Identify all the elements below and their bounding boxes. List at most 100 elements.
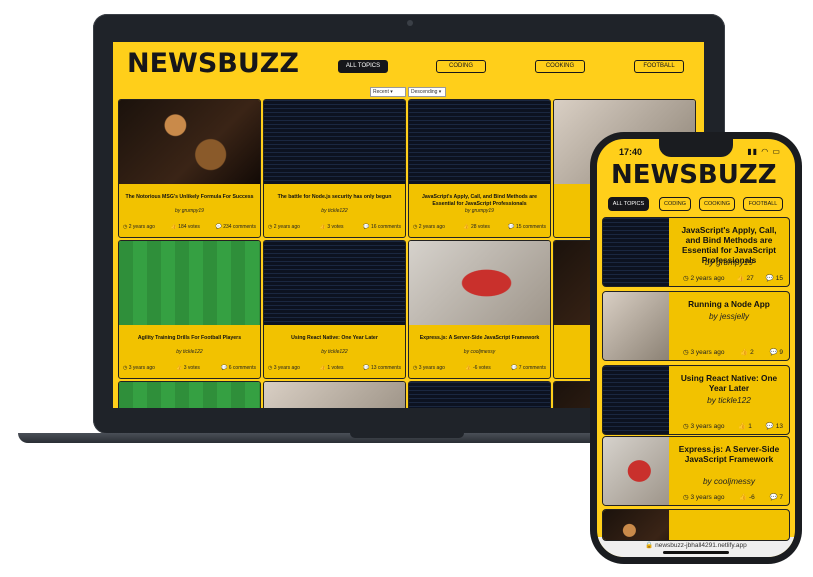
- phone-screen: 17:40 ▮▮ ◠ ▭ NEWSBUZZ ALL TOPICS CODING …: [597, 139, 795, 557]
- article-card-partial[interactable]: [118, 381, 261, 408]
- votes[interactable]: 👍 -6 votes: [465, 365, 490, 371]
- article-image[interactable]: [409, 100, 550, 184]
- article-card[interactable]: The battle for Node.js security has only…: [263, 99, 406, 238]
- nav-cooking-mobile[interactable]: COOKING: [699, 197, 735, 211]
- home-indicator[interactable]: [663, 551, 729, 554]
- age: ◷ 3 years ago: [683, 423, 725, 430]
- nav-football-mobile[interactable]: FOOTBALL: [743, 197, 783, 211]
- article-author: by jessjelly: [708, 311, 750, 321]
- age: ◷ 3 years ago: [413, 365, 445, 371]
- order-select[interactable]: Descending ▾: [408, 87, 446, 97]
- article-card-mobile[interactable]: Running a Node App by jessjelly ◷ 3 year…: [602, 291, 790, 361]
- article-card[interactable]: Agility Training Drills For Football Pla…: [118, 240, 261, 379]
- article-card[interactable]: Using React Native: One Year Later by ti…: [263, 240, 406, 379]
- article-meta: ◷ 2 years ago 👍 184 votes 💬 234 comments: [123, 224, 256, 230]
- article-title[interactable]: The battle for Node.js security has only…: [268, 194, 401, 201]
- article-author: by tickle122: [707, 395, 751, 405]
- article-author: by tickle122: [321, 349, 348, 355]
- article-image[interactable]: [119, 241, 260, 325]
- article-card-mobile[interactable]: JavaScript's Apply, Call, and Bind Metho…: [602, 217, 790, 287]
- phone-notch: [659, 139, 733, 157]
- nav-football[interactable]: FOOTBALL: [634, 60, 684, 73]
- article-title[interactable]: Running a Node App: [673, 299, 785, 309]
- comments[interactable]: 💬 15: [766, 274, 783, 282]
- site-header: NEWSBUZZ ALL TOPICS CODING COOKING FOOTB…: [113, 42, 704, 88]
- comments[interactable]: 💬 16 comments: [363, 224, 401, 230]
- article-author: by cooljmessy: [702, 476, 756, 486]
- votes[interactable]: 👍 2: [740, 348, 754, 356]
- article-card[interactable]: The Notorious MSG's Unlikely Formula For…: [118, 99, 261, 238]
- nav-coding-mobile[interactable]: CODING: [659, 197, 691, 211]
- article-card-mobile-partial[interactable]: [602, 509, 790, 541]
- article-title[interactable]: Express.js: A Server-Side JavaScript Fra…: [673, 444, 785, 464]
- sort-by-select[interactable]: Recent ▾: [370, 87, 406, 97]
- comments[interactable]: 💬 234 comments: [216, 224, 256, 230]
- votes[interactable]: 👍 3 votes: [320, 224, 344, 230]
- article-image[interactable]: [119, 100, 260, 184]
- age: ◷ 2 years ago: [268, 224, 300, 230]
- comments[interactable]: 💬 7 comments: [511, 365, 546, 371]
- article-title[interactable]: The Notorious MSG's Unlikely Formula For…: [123, 194, 256, 201]
- age: ◷ 3 years ago: [683, 494, 725, 501]
- article-card-mobile[interactable]: Express.js: A Server-Side JavaScript Fra…: [602, 436, 790, 506]
- nav-cooking[interactable]: COOKING: [535, 60, 585, 73]
- age: ◷ 3 years ago: [268, 365, 300, 371]
- article-image[interactable]: [264, 241, 405, 325]
- site-logo-mobile[interactable]: NEWSBUZZ: [611, 160, 777, 190]
- article-image[interactable]: [264, 382, 405, 408]
- article-image[interactable]: [603, 510, 669, 540]
- article-author: by tickle122: [321, 208, 348, 214]
- article-image[interactable]: [603, 292, 669, 360]
- article-card-mobile[interactable]: Using React Native: One Year Later by ti…: [602, 365, 790, 435]
- article-author: by tickle122: [176, 349, 203, 355]
- votes[interactable]: 👍 1: [738, 422, 752, 430]
- laptop-hinge: [350, 433, 464, 438]
- votes[interactable]: 👍 28 votes: [463, 224, 490, 230]
- article-meta: ◷ 3 years ago 👍 3 votes 💬 6 comments: [123, 365, 256, 371]
- article-card[interactable]: Express.js: A Server-Side JavaScript Fra…: [408, 240, 551, 379]
- article-image[interactable]: [603, 218, 669, 286]
- article-meta: ◷ 2 years ago 👍 27 💬 15: [683, 274, 783, 282]
- article-author: by grumpy19: [705, 257, 753, 267]
- article-card[interactable]: JavaScript's Apply, Call, and Bind Metho…: [408, 99, 551, 238]
- comments[interactable]: 💬 6 comments: [221, 365, 256, 371]
- comments[interactable]: 💬 13 comments: [363, 365, 401, 371]
- article-author: by cooljmessy: [463, 349, 496, 355]
- nav-all-topics[interactable]: ALL TOPICS: [338, 60, 388, 73]
- article-title[interactable]: JavaScript's Apply, Call, and Bind Metho…: [413, 194, 546, 207]
- article-card-partial[interactable]: [263, 381, 406, 408]
- article-title[interactable]: Express.js: A Server-Side JavaScript Fra…: [413, 335, 546, 342]
- nav-all-topics-mobile[interactable]: ALL TOPICS: [608, 197, 649, 211]
- article-image[interactable]: [603, 437, 669, 505]
- site-logo[interactable]: NEWSBUZZ: [127, 48, 299, 79]
- article-author: by grumpy19: [465, 208, 494, 214]
- article-title[interactable]: Using React Native: One Year Later: [673, 373, 785, 393]
- article-meta: ◷ 2 years ago 👍 28 votes 💬 15 comments: [413, 224, 546, 230]
- nav-coding[interactable]: CODING: [436, 60, 486, 73]
- age: ◷ 3 years ago: [683, 349, 725, 356]
- article-image[interactable]: [264, 100, 405, 184]
- article-title[interactable]: Agility Training Drills For Football Pla…: [123, 335, 256, 342]
- article-author: by grumpy19: [175, 208, 204, 214]
- votes[interactable]: 👍 3 votes: [176, 365, 200, 371]
- votes[interactable]: 👍 -6: [739, 493, 755, 501]
- article-meta: ◷ 3 years ago 👍 1 votes 💬 13 comments: [268, 365, 401, 371]
- article-image[interactable]: [409, 241, 550, 325]
- article-image[interactable]: [409, 382, 550, 408]
- comments[interactable]: 💬 7: [769, 493, 783, 501]
- article-title[interactable]: Using React Native: One Year Later: [268, 335, 401, 342]
- votes[interactable]: 👍 1 votes: [320, 365, 344, 371]
- article-meta: ◷ 3 years ago 👍 2 💬 9: [683, 348, 783, 356]
- article-card-partial[interactable]: [408, 381, 551, 408]
- comments[interactable]: 💬 15 comments: [508, 224, 546, 230]
- comments[interactable]: 💬 9: [769, 348, 783, 356]
- article-meta: ◷ 2 years ago 👍 3 votes 💬 16 comments: [268, 224, 401, 230]
- status-time: 17:40: [619, 147, 643, 157]
- votes[interactable]: 👍 184 votes: [171, 224, 200, 230]
- age: ◷ 2 years ago: [123, 224, 155, 230]
- comments[interactable]: 💬 13: [766, 422, 783, 430]
- article-image[interactable]: [603, 366, 669, 434]
- article-image[interactable]: [119, 382, 260, 408]
- votes[interactable]: 👍 27: [737, 274, 754, 282]
- age: ◷ 2 years ago: [683, 275, 725, 282]
